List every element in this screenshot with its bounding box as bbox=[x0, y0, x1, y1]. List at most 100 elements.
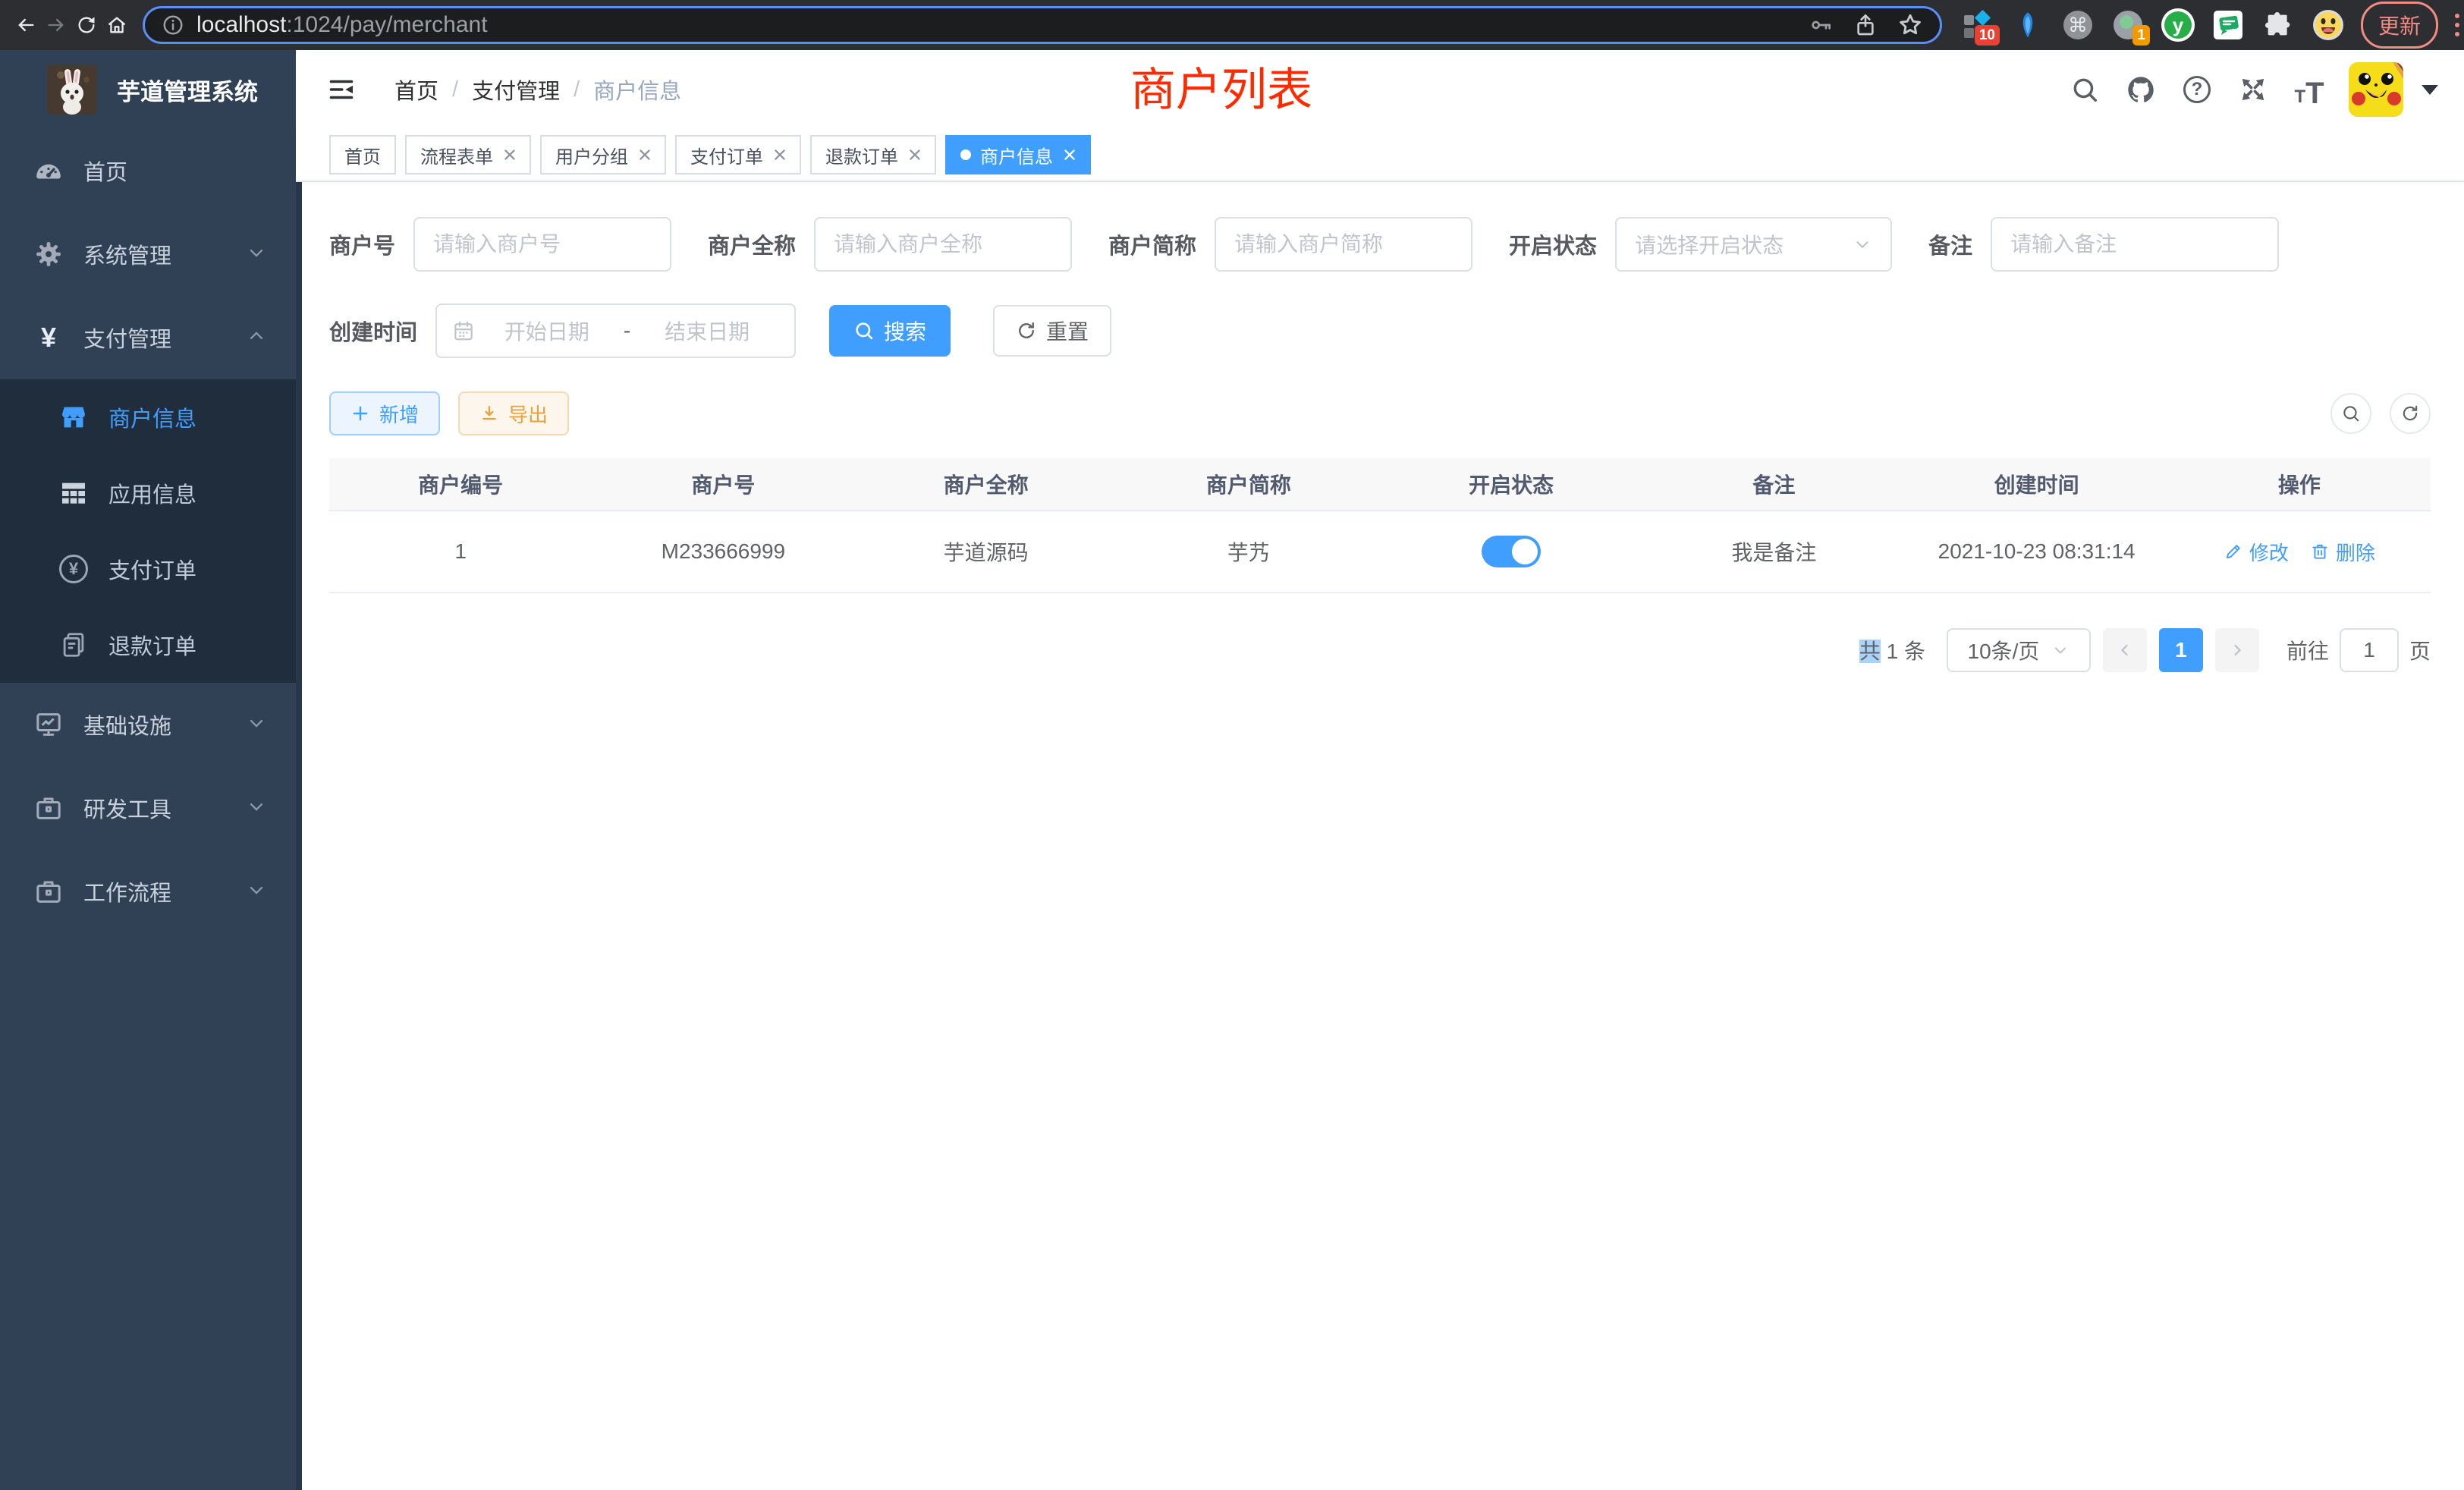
page-size-select[interactable]: 10条/页 bbox=[1947, 628, 2091, 672]
breadcrumb-payment[interactable]: 支付管理 bbox=[472, 74, 560, 105]
sidebar-item-workflow[interactable]: 工作流程 bbox=[0, 850, 296, 933]
browser-update-button[interactable]: 更新 bbox=[2361, 2, 2438, 49]
sidebar-collapse-button[interactable] bbox=[328, 76, 355, 103]
chevron-down-icon bbox=[1853, 234, 1872, 254]
date-separator: - bbox=[619, 319, 635, 343]
content: 商户号 商户全称 商户简称 开启状态 请选择开启状态 bbox=[296, 182, 2464, 672]
help-button[interactable]: ? bbox=[2180, 73, 2214, 106]
bookmark-star-icon[interactable] bbox=[1897, 12, 1923, 38]
goto-page-input[interactable] bbox=[2340, 628, 2399, 672]
github-link[interactable] bbox=[2124, 73, 2158, 106]
prev-page-button[interactable] bbox=[2103, 628, 2147, 672]
fullscreen-icon bbox=[2238, 74, 2268, 105]
browser-home-button[interactable] bbox=[102, 10, 132, 40]
close-icon[interactable] bbox=[774, 149, 786, 161]
extension-chat-icon[interactable] bbox=[2211, 8, 2246, 42]
reset-button[interactable]: 重置 bbox=[993, 305, 1111, 357]
browser-back-button[interactable] bbox=[11, 10, 41, 40]
table-header: 商户编号 商户号 商户全称 商户简称 开启状态 备注 创建时间 操作 bbox=[329, 458, 2431, 511]
cell-merchant-no: M233666999 bbox=[592, 511, 854, 592]
close-icon[interactable] bbox=[504, 149, 516, 161]
site-info-icon[interactable] bbox=[162, 14, 184, 36]
status-select[interactable]: 请选择开启状态 bbox=[1615, 217, 1892, 272]
tab-home[interactable]: 首页 bbox=[329, 135, 396, 174]
refresh-table-button[interactable] bbox=[2390, 393, 2431, 434]
cell-short-name: 芋艿 bbox=[1117, 511, 1380, 592]
next-page-button[interactable] bbox=[2215, 628, 2259, 672]
delete-link[interactable]: 删除 bbox=[2310, 538, 2375, 566]
sidebar-item-merchant-info[interactable]: 商户信息 bbox=[0, 379, 296, 455]
rabbit-logo-icon bbox=[47, 64, 97, 115]
breadcrumb-home[interactable]: 首页 bbox=[394, 74, 438, 105]
address-bar[interactable]: localhost:1024/pay/merchant bbox=[143, 6, 1942, 44]
add-button[interactable]: 新增 bbox=[329, 391, 440, 435]
date-range-picker[interactable]: 开始日期 - 结束日期 bbox=[435, 303, 796, 358]
annotation-title: 商户列表 bbox=[1130, 53, 1312, 119]
cell-full-name: 芋道源码 bbox=[855, 511, 1117, 592]
short-name-input[interactable] bbox=[1215, 217, 1472, 272]
sidebar-item-home[interactable]: 首页 bbox=[0, 129, 296, 212]
header-search-button[interactable] bbox=[2068, 73, 2101, 106]
chevron-down-icon bbox=[246, 242, 267, 267]
tab-user-group[interactable]: 用户分组 bbox=[540, 135, 666, 174]
export-button[interactable]: 导出 bbox=[458, 391, 569, 435]
edit-link[interactable]: 修改 bbox=[2224, 538, 2289, 566]
github-icon bbox=[2126, 74, 2156, 105]
browser-forward-button[interactable] bbox=[41, 10, 71, 40]
sidebar-item-infrastructure[interactable]: 基础设施 bbox=[0, 683, 296, 766]
table-row: 1 M233666999 芋道源码 芋艿 我是备注 2021-10-23 08:… bbox=[329, 511, 2431, 593]
extensions-puzzle-icon[interactable] bbox=[2261, 8, 2296, 42]
share-icon[interactable] bbox=[1853, 13, 1878, 37]
extension-profile-icon[interactable]: 1 bbox=[2110, 8, 2145, 42]
tab-refund-order[interactable]: 退款订单 bbox=[810, 135, 936, 174]
tab-pay-order[interactable]: 支付订单 bbox=[675, 135, 801, 174]
avatar-caret-icon[interactable] bbox=[2422, 85, 2438, 95]
merchant-no-input[interactable] bbox=[413, 217, 671, 272]
cell-actions: 修改 删除 bbox=[2168, 511, 2431, 592]
close-icon[interactable] bbox=[1064, 149, 1076, 161]
sidebar-item-payment[interactable]: ¥ 支付管理 bbox=[0, 296, 296, 379]
extension-y-icon[interactable]: y bbox=[2161, 8, 2195, 42]
toggle-search-button[interactable] bbox=[2330, 393, 2371, 434]
status-toggle[interactable] bbox=[1482, 536, 1541, 567]
extension-kite-icon[interactable] bbox=[2010, 8, 2045, 42]
y-glyph: y bbox=[2173, 14, 2183, 37]
tab-label: 商户信息 bbox=[980, 142, 1053, 168]
user-avatar[interactable] bbox=[2349, 62, 2403, 117]
font-size-button[interactable]: TT bbox=[2293, 73, 2326, 106]
close-icon[interactable] bbox=[909, 149, 921, 161]
tab-merchant-info[interactable]: 商户信息 bbox=[945, 135, 1091, 174]
sidebar-item-pay-order[interactable]: ¥ 支付订单 bbox=[0, 531, 296, 607]
sidebar-item-refund-order[interactable]: 退款订单 bbox=[0, 607, 296, 683]
page-number-1[interactable]: 1 bbox=[2159, 628, 2203, 672]
tab-process-form[interactable]: 流程表单 bbox=[405, 135, 531, 174]
extension-emoji-icon[interactable] bbox=[2311, 8, 2346, 42]
full-name-input[interactable] bbox=[814, 217, 1072, 272]
col-header: 开启状态 bbox=[1380, 458, 1642, 510]
extension-command-icon[interactable]: ⌘ bbox=[2060, 8, 2095, 42]
extension-badge: 1 bbox=[2132, 25, 2150, 46]
col-header: 商户编号 bbox=[329, 458, 592, 510]
browser-menu-icon[interactable] bbox=[2450, 9, 2464, 41]
plus-icon bbox=[350, 404, 370, 423]
remark-input[interactable] bbox=[1991, 217, 2279, 272]
command-glyph: ⌘ bbox=[2068, 14, 2088, 37]
refresh-icon bbox=[1016, 320, 1037, 341]
browser-reload-button[interactable] bbox=[71, 10, 102, 40]
refund-doc-icon bbox=[57, 630, 90, 659]
col-header: 备注 bbox=[1642, 458, 1905, 510]
password-key-icon[interactable] bbox=[1809, 13, 1834, 37]
col-header: 商户简称 bbox=[1117, 458, 1380, 510]
breadcrumb-current: 商户信息 bbox=[593, 74, 681, 105]
refresh-icon bbox=[2400, 404, 2420, 423]
fullscreen-button[interactable] bbox=[2236, 73, 2270, 106]
extension-blocked-icon[interactable]: 10 bbox=[1960, 8, 1995, 42]
sidebar-logo-row[interactable]: 芋道管理系统 bbox=[0, 50, 296, 129]
sidebar-item-dev-tools[interactable]: 研发工具 bbox=[0, 766, 296, 850]
tags-view: 首页 流程表单 用户分组 支付订单 退款订单 bbox=[296, 129, 2464, 182]
search-button[interactable]: 搜索 bbox=[829, 305, 951, 357]
close-icon[interactable] bbox=[639, 149, 651, 161]
date-end-placeholder: 结束日期 bbox=[635, 316, 779, 346]
sidebar-item-app-info[interactable]: 应用信息 bbox=[0, 455, 296, 531]
sidebar-item-system[interactable]: 系统管理 bbox=[0, 212, 296, 296]
